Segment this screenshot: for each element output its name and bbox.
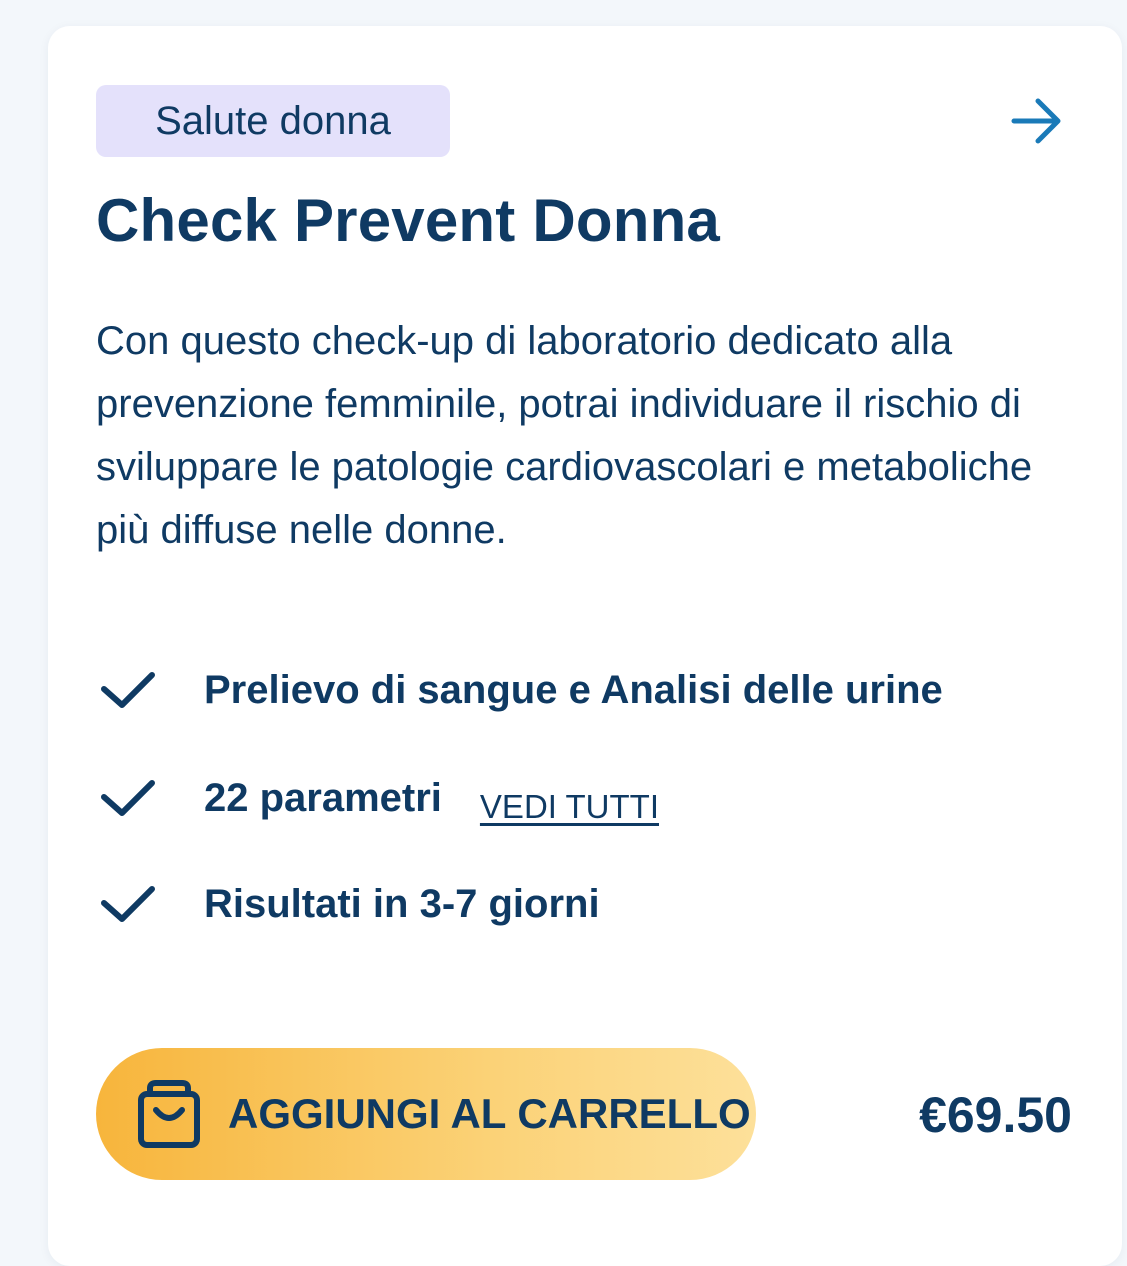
arrow-right-icon[interactable] [1010,96,1066,146]
feature-item: Prelievo di sangue e Analisi delle urine [96,660,943,720]
product-description: Con questo check-up di laboratorio dedic… [96,319,1033,552]
product-title: Check Prevent Donna [96,187,720,254]
check-icon [101,886,155,922]
add-to-cart-button[interactable]: AGGIUNGI AL CARRELLO [96,1048,756,1180]
see-all-link[interactable]: VEDI TUTTI [480,788,659,826]
feature-text: Prelievo di sangue e Analisi delle urine [204,667,943,712]
shopping-bag-icon [138,1080,200,1148]
feature-text: 22 parametri [204,775,442,820]
category-tag-label: Salute donna [155,98,391,143]
check-icon [101,780,155,816]
category-tag: Salute donna [96,85,450,157]
product-card: Salute donna Check Prevent Donna Con que… [48,26,1122,1266]
price: €69.50 [919,1087,1072,1143]
check-icon [101,672,155,708]
add-to-cart-label: AGGIUNGI AL CARRELLO [228,1090,751,1137]
feature-item: Risultati in 3-7 giorni [96,874,600,934]
feature-text: Risultati in 3-7 giorni [204,881,600,926]
feature-item: 22 parametri VEDI TUTTI [96,768,659,828]
